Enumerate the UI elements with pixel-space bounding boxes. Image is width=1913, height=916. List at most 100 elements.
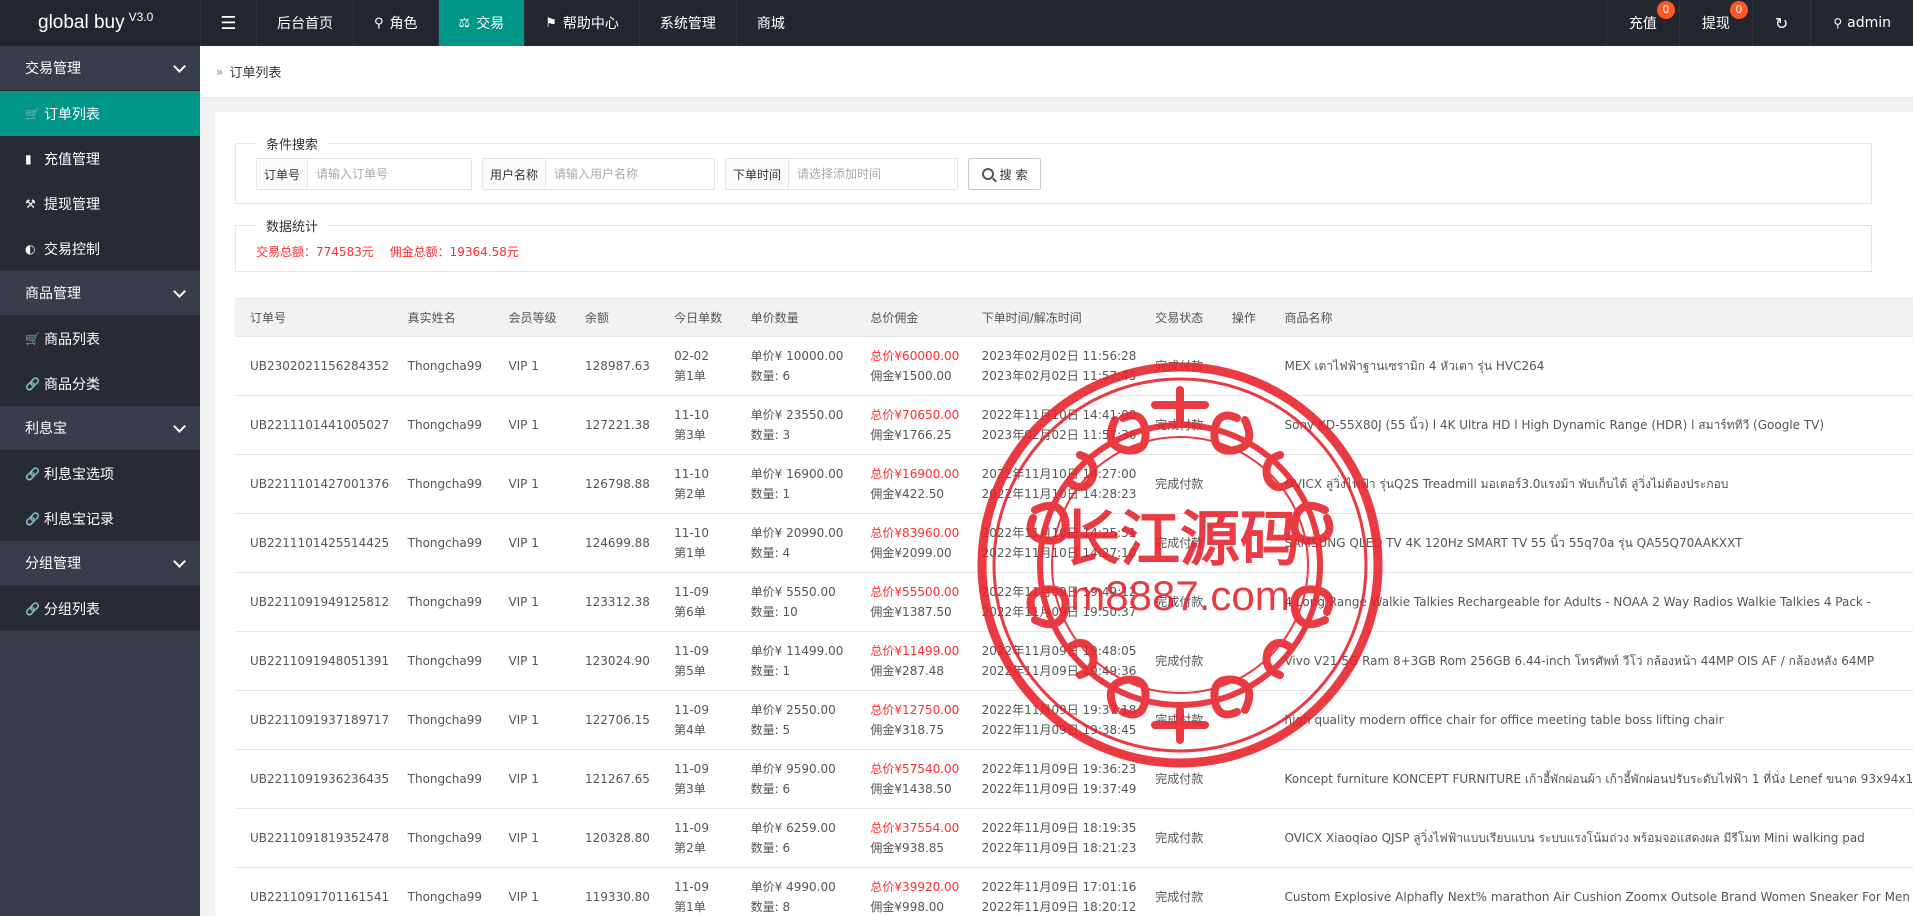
status-badge: 完成付款 (1155, 418, 1204, 432)
total-price: 总价¥39920.00 (870, 880, 960, 894)
sidebar-item-label: 商品列表 (44, 331, 100, 348)
nav-item-home[interactable]: 后台首页 (256, 0, 353, 46)
cell-product-name: Sony KD-55X80J (55 นิ้ว) l 4K Ultra HD l… (1269, 395, 1913, 455)
cell-operation (1216, 572, 1270, 632)
product-name: SAMSUNG QLED TV 4K 120Hz SMART TV 55 นิ้… (1284, 536, 1743, 550)
balance: 122706.15 (585, 713, 650, 727)
sidebar-item-order-list[interactable]: 🛒 订单列表 (0, 91, 200, 136)
member-level: VIP 1 (508, 890, 539, 904)
cell-status: 完成付款 (1140, 513, 1217, 573)
total-price: 总价¥83960.00 (870, 526, 960, 540)
product-name: MEX เตาไฟฟ้าฐานเซรามิก 4 หัวเตา รุ่น HVC… (1284, 359, 1545, 373)
order-time: 2022年11月10日 14:25:51 (981, 526, 1137, 540)
cell-balance: 120328.80 (570, 808, 660, 868)
app-logo[interactable]: global buy V3.0 (0, 0, 200, 46)
cell-real-name: Thongcha99 (392, 631, 494, 691)
refresh-button[interactable]: ↻ (1751, 0, 1810, 46)
sidebar-item-recharge[interactable]: ▮ 充值管理 (0, 136, 200, 181)
unit-price: 单价¥ 11499.00 (750, 644, 844, 658)
chevron-down-icon (173, 285, 186, 298)
nav-item-role[interactable]: ⚲ 角色 (353, 0, 438, 46)
unit-price: 单价¥ 23550.00 (750, 408, 844, 422)
sidebar-item-goods-list[interactable]: 🛒 商品列表 (0, 316, 200, 361)
top-nav: ☰ 后台首页 ⚲ 角色 ⚖ 交易 ⚑ 帮助中心 系统管理 商城 (200, 0, 805, 46)
product-name: Koncept furniture KONCEPT FURNITURE เก้า… (1284, 772, 1913, 786)
cell-balance: 122706.15 (570, 690, 660, 750)
order-count: 第2单 (674, 487, 706, 501)
cell-real-name: Thongcha99 (392, 749, 494, 809)
sidebar-item-label: 交易控制 (44, 241, 100, 258)
order-count: 第6单 (674, 605, 706, 619)
withdraw-button[interactable]: 提现 0 (1678, 0, 1752, 46)
product-name: Sony KD-55X80J (55 นิ้ว) l 4K Ultra HD l… (1284, 418, 1825, 432)
sidebar-group-label: 商品管理 (25, 286, 81, 302)
cell-price-qty: 单价¥ 20990.00 数量: 4 (735, 513, 856, 573)
link-icon: 🔗 (25, 466, 40, 481)
status-badge: 完成付款 (1155, 713, 1204, 727)
cell-operation (1216, 336, 1270, 396)
nav-item-help[interactable]: ⚑ 帮助中心 (524, 0, 639, 46)
cell-price-qty: 单价¥ 2550.00 数量: 5 (735, 690, 856, 750)
sidebar-group-label: 交易管理 (25, 61, 81, 77)
nav-item-system[interactable]: 系统管理 (638, 0, 736, 46)
cell-status: 完成付款 (1140, 631, 1217, 691)
cell-status: 完成付款 (1140, 690, 1217, 750)
cell-total-commission: 总价¥83960.00 佣金¥2099.00 (855, 513, 967, 573)
link-icon: 🔗 (25, 601, 40, 616)
member-level: VIP 1 (508, 654, 539, 668)
table-row: UB2211091819352478 Thongcha99 VIP 1 120328.… (235, 808, 1913, 868)
sidebar-item-label: 充值管理 (44, 151, 100, 168)
sidebar-item-trade-control[interactable]: ◐ 交易控制 (0, 226, 200, 271)
search-button[interactable]: 搜 索 (968, 158, 1042, 190)
unit-price: 单价¥ 10000.00 (750, 349, 844, 363)
sidebar-item-withdraw[interactable]: ⚒ 提现管理 (0, 181, 200, 226)
quantity: 数量: 6 (750, 841, 791, 855)
nav-item-mall[interactable]: 商城 (735, 0, 805, 46)
sidebar-group-goods[interactable]: 商品管理 (0, 271, 200, 316)
order-time: 2022年11月09日 19:48:05 (981, 644, 1137, 658)
nav-item-trade[interactable]: ⚖ 交易 (437, 0, 525, 46)
cart-icon: 🛒 (25, 106, 40, 121)
cell-real-name: Thongcha99 (392, 808, 494, 868)
status-badge: 完成付款 (1155, 890, 1204, 904)
product-name: 4 Long Range Walkie Talkies Rechargeable… (1284, 595, 1872, 609)
real-name: Thongcha99 (407, 654, 482, 668)
cell-product-name: Vivo V21 5G Ram 8+3GB Rom 256GB 6.44-inc… (1269, 631, 1913, 691)
unfreeze-time: 2022年11月10日 14:28:23 (981, 487, 1137, 501)
total-commission: 佣金总额：19364.58元 (389, 245, 519, 259)
quantity: 数量: 5 (750, 723, 791, 737)
cell-product-name: OVICX Xiaoqiao QJSP ลู่วิ่งไฟฟ้าแบบเรียบ… (1269, 808, 1913, 868)
sidebar-toggle-button[interactable]: ☰ (200, 0, 256, 46)
cell-total-commission: 总价¥16900.00 佣金¥422.50 (855, 454, 967, 514)
order-count: 第1单 (674, 369, 706, 383)
top-header: global buy V3.0 ☰ 后台首页 ⚲ 角色 ⚖ 交易 ⚑ 帮助中心 … (0, 0, 1913, 46)
order-time: 2023年02月02日 11:56:28 (981, 349, 1137, 363)
order-no: UB2211101427001376 (250, 477, 390, 491)
commission: 佣金¥1500.00 (870, 369, 952, 383)
product-name: Vivo V21 5G Ram 8+3GB Rom 256GB 6.44-inc… (1284, 654, 1875, 668)
unfreeze-time: 2022年11月09日 19:38:45 (981, 723, 1137, 737)
order-no-input[interactable] (308, 159, 472, 189)
sidebar-item-group-list[interactable]: 🔗 分组列表 (0, 586, 200, 631)
order-date: 11-09 (674, 585, 709, 599)
chevron-down-icon (173, 60, 186, 73)
cell-total-commission: 总价¥60000.00 佣金¥1500.00 (855, 336, 967, 396)
unit-price: 单价¥ 4990.00 (750, 880, 836, 894)
sidebar-group-grouping[interactable]: 分组管理 (0, 541, 200, 586)
order-no: UB2211091819352478 (250, 831, 390, 845)
username-input[interactable] (546, 159, 715, 189)
breadcrumb-label[interactable]: 订单列表 (229, 62, 281, 81)
order-time-input[interactable] (789, 159, 958, 189)
sidebar-item-interest-records[interactable]: 🔗 利息宝记录 (0, 496, 200, 541)
sidebar-item-interest-options[interactable]: 🔗 利息宝选项 (0, 451, 200, 496)
col-order-time: 下单时间/解冻时间 (966, 298, 1141, 337)
total-price: 总价¥16900.00 (870, 467, 960, 481)
sidebar-item-goods-category[interactable]: 🔗 商品分类 (0, 361, 200, 406)
cell-total-commission: 总价¥11499.00 佣金¥287.48 (855, 631, 967, 691)
sidebar-group-interest[interactable]: 利息宝 (0, 406, 200, 451)
user-menu[interactable]: ⚲ admin (1810, 0, 1913, 46)
header-right: 充值 0 提现 0 ↻ ⚲ admin (1605, 0, 1913, 46)
recharge-button[interactable]: 充值 0 (1605, 0, 1679, 46)
status-badge: 完成付款 (1155, 772, 1204, 786)
sidebar-group-trade[interactable]: 交易管理 (0, 46, 200, 91)
